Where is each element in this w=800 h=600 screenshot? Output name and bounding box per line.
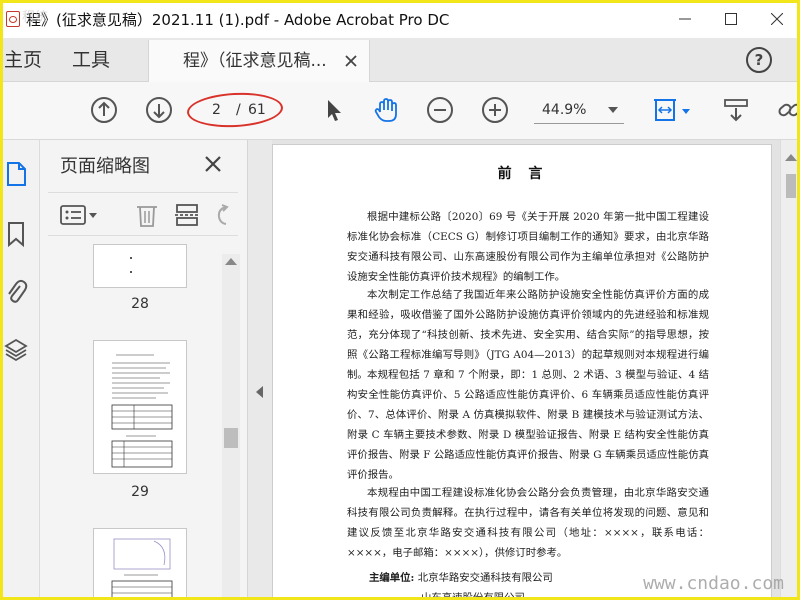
close-window-button[interactable] bbox=[754, 0, 800, 38]
zoom-dropdown[interactable]: 44.9% bbox=[534, 96, 624, 124]
hand-icon[interactable] bbox=[372, 96, 400, 124]
help-button[interactable]: ? bbox=[746, 47, 772, 73]
rotate-icon[interactable] bbox=[210, 203, 236, 227]
zoom-in-icon[interactable] bbox=[481, 96, 509, 124]
scrollbar-thumb[interactable] bbox=[786, 174, 796, 198]
tab-tools[interactable]: 工具 bbox=[72, 38, 110, 82]
paragraph-1: 根据中建标公路〔2020〕69 号《关于开展 2020 年第一批中国工程建设标准… bbox=[347, 211, 709, 283]
thumbnail-toolbar bbox=[48, 192, 238, 236]
thumbnail-scrollbar[interactable] bbox=[222, 254, 240, 600]
thumbnail-page-30[interactable] bbox=[93, 528, 187, 600]
page-thumbnails-icon[interactable] bbox=[4, 160, 28, 188]
tab-home[interactable]: 主页 bbox=[4, 38, 42, 82]
tab-document[interactable]: 程》（征求意见稿... bbox=[148, 40, 370, 82]
acrobat-icon bbox=[6, 11, 20, 27]
scrollbar-thumb[interactable] bbox=[224, 428, 238, 448]
paragraph-4: 本规程由中国工程建设标准化协会公路分会负责管理，由北京华路安交通科技有限公司负责… bbox=[347, 487, 709, 559]
window-title: 程》(征求意见稿）2021.11 (1).pdf - Adobe Acrobat… bbox=[26, 10, 450, 29]
minimize-icon bbox=[679, 18, 691, 20]
arrow-up-circle-icon[interactable] bbox=[90, 96, 118, 124]
options-menu-icon[interactable] bbox=[60, 203, 100, 227]
link-icon[interactable] bbox=[776, 96, 800, 124]
panel-title: 页面缩略图 bbox=[60, 156, 150, 177]
top-watermark: 程统 bbox=[22, 10, 49, 25]
panel-collapse-handle[interactable] bbox=[248, 140, 272, 600]
zoom-out-icon[interactable] bbox=[426, 96, 454, 124]
scroll-up-icon[interactable] bbox=[785, 154, 797, 161]
thumbnail-page-29[interactable] bbox=[93, 340, 187, 474]
toolbar: 2 / 61 44.9% bbox=[0, 82, 800, 140]
maximize-icon bbox=[725, 13, 737, 25]
thumbnail-label: 28 bbox=[131, 296, 149, 312]
title-bar: 程》(征求意见稿）2021.11 (1).pdf - Adobe Acrobat… bbox=[0, 0, 800, 38]
pdf-page: 前 言 根据中建标公路〔2020〕69 号《关于开展 2020 年第一批中国工程… bbox=[272, 144, 772, 600]
window-controls bbox=[662, 0, 800, 38]
tab-bar: 主页 工具 程》（征求意见稿... ? bbox=[0, 38, 800, 82]
zoom-value: 44.9% bbox=[542, 102, 587, 118]
editor-unit-1: 北京华路安交通科技有限公司 bbox=[417, 572, 553, 584]
scroll-up-icon[interactable] bbox=[225, 258, 237, 265]
attachment-icon[interactable] bbox=[4, 278, 28, 306]
site-watermark: www.cndao.com bbox=[643, 573, 784, 594]
chevron-down-icon bbox=[608, 107, 618, 113]
paragraph-3: 本规程包括 7 章和 7 个附录，即：1 总则、2 术语、3 模型与验证、4 结… bbox=[347, 369, 709, 481]
minimize-button[interactable] bbox=[662, 0, 708, 38]
scroll-mode-icon[interactable] bbox=[722, 96, 750, 124]
delete-icon[interactable] bbox=[134, 203, 160, 227]
left-navigation-rail bbox=[0, 140, 40, 600]
maximize-button[interactable] bbox=[708, 0, 754, 38]
editor-unit-2: 山东高速股份有限公司 bbox=[421, 592, 525, 600]
thumbnail-list: 28 29 bbox=[40, 244, 240, 600]
editor-unit-label: 主编单位: bbox=[369, 572, 415, 584]
page-heading: 前 言 bbox=[497, 166, 549, 182]
document-scrollbar[interactable] bbox=[780, 140, 800, 600]
chevron-left-icon bbox=[256, 386, 263, 398]
close-panel-icon[interactable] bbox=[204, 155, 222, 173]
select-arrow-icon[interactable] bbox=[320, 96, 348, 124]
close-icon bbox=[771, 13, 783, 25]
close-tab-icon[interactable] bbox=[343, 53, 359, 69]
document-tab-label: 程》（征求意见稿... bbox=[183, 51, 327, 71]
thumbnail-page-28[interactable] bbox=[93, 244, 187, 288]
page-preview bbox=[111, 538, 173, 600]
bookmark-icon[interactable] bbox=[4, 220, 28, 248]
thumbnail-label: 29 bbox=[131, 484, 149, 500]
thumbnail-panel: 页面缩略图 28 29 bbox=[40, 140, 248, 600]
extract-icon[interactable] bbox=[174, 203, 200, 227]
fit-page-icon[interactable] bbox=[652, 96, 694, 124]
document-view: 前 言 根据中建标公路〔2020〕69 号《关于开展 2020 年第一批中国工程… bbox=[272, 140, 780, 600]
layers-icon[interactable] bbox=[4, 336, 28, 364]
arrow-down-circle-icon[interactable] bbox=[145, 96, 173, 124]
page-preview bbox=[130, 257, 132, 273]
page-preview bbox=[111, 354, 173, 468]
editor-unit-line: 主编单位: 北京华路安交通科技有限公司 bbox=[369, 569, 553, 584]
